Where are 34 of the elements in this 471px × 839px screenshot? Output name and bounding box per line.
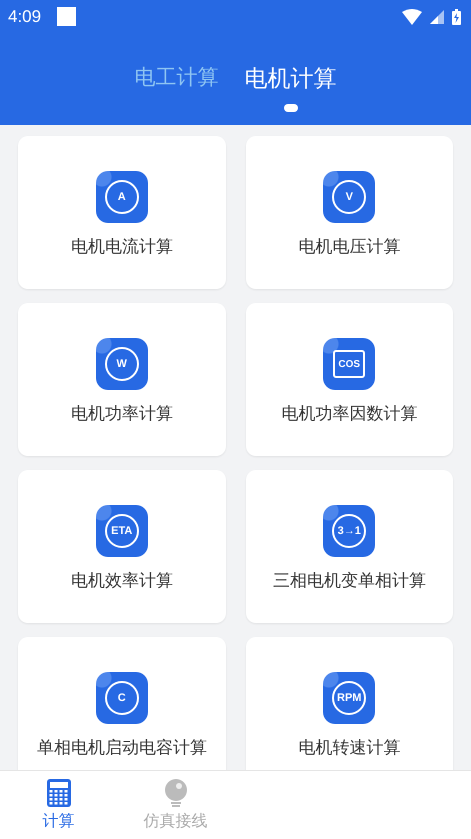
meter-icon: COS [323, 338, 376, 390]
calculator-card[interactable]: W 电机功率计算 [18, 303, 226, 456]
card-label: 电机功率因数计算 [281, 403, 418, 425]
card-label: 电机功率计算 [70, 403, 173, 425]
meter-icon: C [96, 672, 148, 724]
card-label: 三相电机变单相计算 [272, 570, 426, 592]
card-label: 电机效率计算 [70, 570, 173, 592]
card-label: 电机电流计算 [70, 236, 173, 258]
battery-icon [452, 8, 461, 24]
meter-icon: 3→1 [323, 505, 376, 557]
card-label: 电机转速计算 [298, 737, 400, 759]
meter-icon: W [96, 338, 148, 390]
tab[interactable]: 电机计算 [244, 63, 336, 94]
signal-icon [430, 10, 444, 24]
calculator-card[interactable]: A 电机电流计算 [18, 136, 226, 289]
card-label: 电机电压计算 [298, 236, 400, 258]
calculator-icon [46, 778, 70, 806]
nav-tab[interactable]: 计算 [0, 771, 117, 839]
status-time: 4:09 [8, 6, 42, 26]
calculator-card[interactable]: V 电机电压计算 [246, 136, 453, 289]
meter-icon: V [323, 171, 376, 223]
calculator-card[interactable]: ETA 电机效率计算 [18, 470, 226, 623]
calculator-card[interactable]: C 单相电机启动电容计算 [18, 637, 226, 770]
wifi-icon [402, 8, 422, 24]
light-bulb-icon [164, 778, 188, 806]
meter-icon: ETA [96, 505, 148, 557]
calculator-card[interactable]: 3→1 三相电机变单相计算 [246, 470, 453, 623]
meter-icon: A [96, 171, 148, 223]
card-label: 单相电机启动电容计算 [36, 737, 207, 759]
tab-indicator [284, 104, 298, 112]
notification-icon [57, 7, 76, 26]
meter-icon: RPM [323, 672, 376, 724]
calculator-card[interactable]: RPM 电机转速计算 [246, 637, 453, 770]
calculator-card[interactable]: COS 电机功率因数计算 [246, 303, 453, 456]
